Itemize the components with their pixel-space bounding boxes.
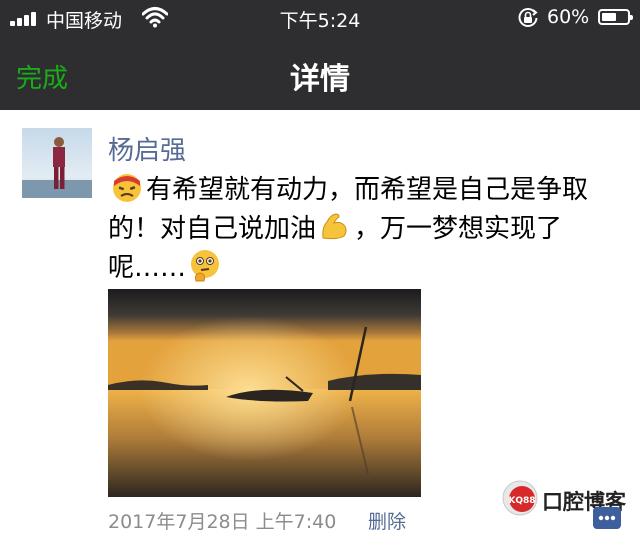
post-photo[interactable] [108,289,421,497]
lake-sunset-photo [108,289,421,497]
post-text: 有希望就有动力，而希望是自己是争取的！对自己说加油 ，万一梦想实现了呢…… [108,170,636,287]
status-time: 下午5:24 [279,10,361,32]
top-bar: 中国移动 下午5:24 60% 完成 详情 [0,0,640,110]
delete-button[interactable]: 删除 [368,507,406,534]
page-title: 详情 [290,62,350,97]
avatar[interactable] [22,128,92,198]
battery-percent: 60% [547,6,590,28]
status-bar: 中国移动 下午5:24 60% [0,0,640,36]
username[interactable]: 杨启强 [108,130,186,167]
cursing-face-emoji [113,174,141,202]
battery-icon [598,9,633,25]
watermark-logo: KQ88 [502,480,538,516]
svg-text:KQ88: KQ88 [508,496,535,506]
flexed-biceps-emoji [322,213,347,240]
thinking-face-emoji [191,250,220,282]
orientation-lock-icon [518,8,538,27]
post-timestamp: 2017年7月28日 上午7:40 [108,511,337,533]
avatar-photo [22,128,92,198]
battery-fill [602,13,616,21]
chat-bubble-icon[interactable] [592,506,622,529]
